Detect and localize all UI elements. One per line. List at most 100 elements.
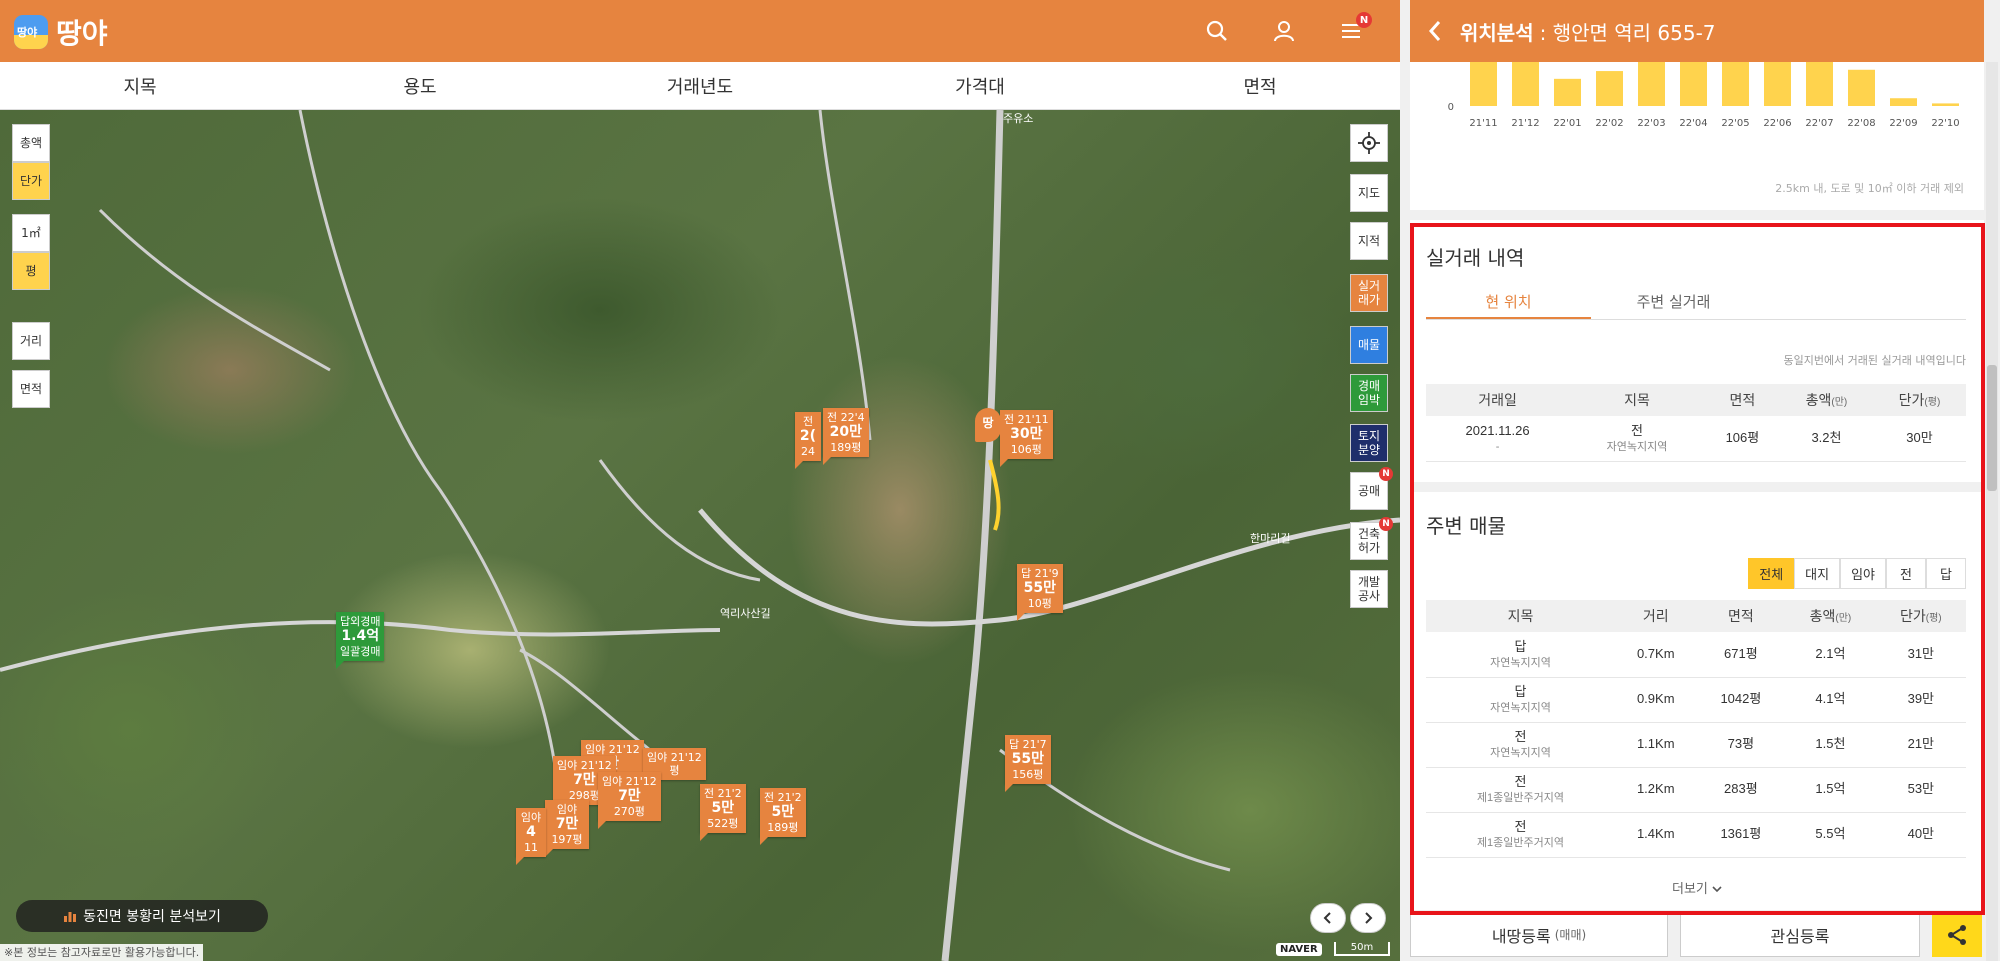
chart-bar [1596, 71, 1623, 106]
map-label-road: 역리사산길 [720, 607, 771, 620]
chart-bar [1764, 62, 1791, 106]
price-mode-unit[interactable]: 단가 [12, 162, 50, 200]
filter-jimok[interactable]: 지목 [0, 62, 280, 109]
share-icon [1948, 924, 1966, 945]
menu-badge: N [1356, 12, 1372, 28]
chevron-left-icon [1428, 21, 1441, 41]
top-bar: 땅야 땅야 N [0, 0, 1400, 62]
back-button[interactable] [1410, 0, 1460, 62]
bar-chart-icon [64, 912, 77, 922]
map-disclaimer: ※본 정보는 참고자료로만 활용가능합니다. [0, 944, 204, 961]
x-tick-label: 22'02 [1595, 118, 1623, 129]
panel-scrollbar-track[interactable] [1986, 62, 1998, 961]
search-icon[interactable] [1202, 16, 1232, 46]
chart-bar [1806, 62, 1833, 106]
deal-marker[interactable]: 전 2(24 [795, 412, 821, 470]
share-button[interactable] [1932, 912, 1982, 957]
layer-listing[interactable]: 매물 [1350, 326, 1388, 364]
add-interest-button[interactable]: 관심등록 [1680, 912, 1920, 957]
deal-marker[interactable]: 임야 7만 197평 [545, 800, 589, 858]
app-name: 땅야 [56, 17, 108, 50]
monthly-bar-chart: 0 21'11 21'12 22'01 22'02 22'03 22'04 22'05 22'0… [1448, 62, 1960, 129]
map-pane: 땅야 땅야 N 지목 용도 거래년도 가격대 면적 총액 단가 1㎡ 평 거리 … [0, 0, 1400, 961]
x-tick-label: 21'12 [1511, 118, 1539, 129]
layer-auction[interactable]: 경매 임박 [1350, 374, 1388, 412]
deal-marker[interactable]: 답 21'7 55만 156평 [1005, 735, 1051, 793]
chevron-left-icon [1323, 912, 1331, 924]
highlight-box [1410, 223, 1985, 915]
filter-year[interactable]: 거래년도 [560, 62, 840, 109]
chevron-right-icon [1365, 912, 1373, 924]
new-badge: N [1379, 467, 1393, 481]
filter-area[interactable]: 면적 [1120, 62, 1400, 109]
chart-bar [1680, 62, 1707, 106]
chart-bar [1554, 78, 1581, 106]
price-mode-total[interactable]: 총액 [12, 124, 50, 162]
x-tick-label: 22'10 [1931, 118, 1959, 129]
layer-building-permit[interactable]: 건축 허가 N [1350, 517, 1393, 560]
region-analysis-button[interactable]: 동진면 봉황리 분석보기 [16, 900, 268, 932]
layer-land-sale[interactable]: 토지 분양 [1350, 424, 1388, 462]
app-root: 땅야 땅야 N 지목 용도 거래년도 가격대 면적 총액 단가 1㎡ 평 거리 … [0, 0, 2000, 961]
current-location-pin[interactable]: 땅 [975, 408, 1001, 442]
deal-marker[interactable]: 전 21'2 5만 189평 [760, 788, 806, 846]
y-tick-label: 0 [1448, 102, 1454, 113]
map-scale: 50m [1334, 942, 1390, 956]
chart-bar [1470, 62, 1497, 106]
measure-distance[interactable]: 거리 [12, 322, 50, 360]
x-tick-label: 22'06 [1763, 118, 1791, 129]
x-tick-label: 21'11 [1469, 118, 1497, 129]
x-tick-label: 22'01 [1553, 118, 1581, 129]
logo-icon: 땅야 [14, 15, 48, 49]
unit-sqm[interactable]: 1㎡ [12, 214, 50, 252]
locate-icon[interactable] [1350, 124, 1388, 162]
layer-public-sale[interactable]: 공매 N [1350, 467, 1393, 510]
deal-marker[interactable]: 전 22'4 20만 189평 [823, 408, 869, 466]
panel-address: : 행안면 역리 655-7 [1539, 20, 1716, 45]
panel-title: 위치분석 [1460, 20, 1534, 45]
user-icon[interactable] [1269, 16, 1299, 46]
new-badge: N [1379, 517, 1393, 531]
chart-bar [1932, 103, 1959, 106]
x-tick-label: 22'08 [1847, 118, 1875, 129]
chart-bar [1848, 69, 1875, 106]
satellite-map[interactable]: 총액 단가 1㎡ 평 거리 면적 지도 지적 실거 래가 매물 경매 임박 토지… [0, 110, 1400, 961]
auction-marker[interactable]: 답외경매 1.4억 일괄경매 [336, 612, 385, 670]
chart-bar [1722, 62, 1749, 106]
chart-bar [1638, 62, 1665, 106]
x-tick-label: 22'04 [1679, 118, 1707, 129]
layer-cadastral[interactable]: 지적 [1350, 222, 1388, 260]
map-label-gas: 주유소 [1003, 112, 1034, 125]
deal-marker[interactable]: 전 21'11 30만 106평 [1000, 410, 1053, 468]
filter-bar: 지목 용도 거래년도 가격대 면적 [0, 62, 1400, 110]
measure-area[interactable]: 면적 [12, 370, 50, 408]
menu-icon[interactable]: N [1336, 12, 1372, 46]
x-tick-label: 22'09 [1889, 118, 1917, 129]
naver-logo: NAVER [1276, 943, 1322, 956]
register-land-button[interactable]: 내땅등록 (매매) [1410, 912, 1668, 957]
layer-development[interactable]: 개발 공사 [1350, 570, 1388, 608]
chart-note: 2.5km 내, 도로 및 10㎡ 이하 거래 제외 [1775, 182, 1964, 195]
panel-scrollbar-thumb[interactable] [1987, 365, 1997, 491]
next-page-button[interactable] [1350, 903, 1386, 933]
chart-bar [1512, 62, 1539, 106]
deal-marker[interactable]: 답 21'9 55만 10평 [1017, 564, 1063, 622]
map-label-road: 한마리길 [1250, 532, 1291, 545]
deal-marker[interactable]: 임야 21'12 7만 270평 [598, 772, 661, 830]
monthly-chart-card: 0 21'11 21'12 22'01 22'02 22'03 22'04 22'05 22'0… [1410, 62, 1984, 210]
deal-marker[interactable]: 임야 4 11 [516, 808, 546, 866]
app-logo[interactable]: 땅야 땅야 [14, 12, 108, 52]
panel-header: 위치분석 : 행안면 역리 655-7 [1410, 0, 1984, 62]
deal-marker[interactable]: 전 21'2 5만 522평 [700, 784, 746, 842]
filter-price[interactable]: 가격대 [840, 62, 1120, 109]
prev-page-button[interactable] [1310, 903, 1346, 933]
unit-pyeong[interactable]: 평 [12, 252, 50, 290]
filter-usage[interactable]: 용도 [280, 62, 560, 109]
x-tick-label: 22'07 [1805, 118, 1833, 129]
chart-bar [1890, 98, 1917, 106]
bottom-action-bar: 내땅등록 (매매) 관심등록 [1410, 912, 1984, 961]
layer-real-deal[interactable]: 실거 래가 [1350, 274, 1388, 312]
x-tick-label: 22'03 [1637, 118, 1665, 129]
x-tick-label: 22'05 [1721, 118, 1749, 129]
layer-map[interactable]: 지도 [1350, 174, 1388, 212]
